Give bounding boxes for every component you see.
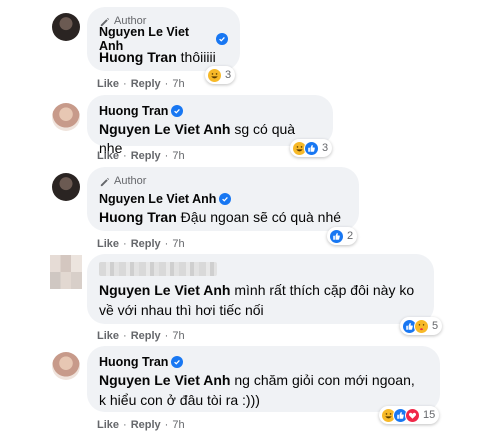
comment-text-line-2: về với nhau thì hơi tiếc nối <box>99 302 264 318</box>
reply-link[interactable]: Reply <box>131 419 161 431</box>
separator: · <box>123 419 127 431</box>
author-badge: Author <box>99 174 347 188</box>
like-link[interactable]: Like <box>97 238 119 250</box>
reaction-count: 15 <box>423 409 436 421</box>
like-link[interactable]: Like <box>97 150 119 162</box>
comment-text-line-2: k hiểu con ở đâu tòi ra :))) <box>99 392 260 408</box>
comment-text: Nguyen Le Viet Anh ng chăm giỏi con mới … <box>99 371 428 390</box>
commenter-name-row: Huong Tran <box>99 353 428 370</box>
reaction-summary[interactable]: 5 <box>400 317 443 335</box>
mention-link[interactable]: Nguyen Le Viet Anh <box>99 372 230 388</box>
separator: · <box>164 238 169 250</box>
avatar[interactable] <box>52 13 80 41</box>
commenter-name[interactable]: Huong Tran <box>99 355 168 369</box>
mention-link[interactable]: Nguyen Le Viet Anh <box>99 282 230 298</box>
like-link[interactable]: Like <box>97 330 119 342</box>
reaction-summary[interactable]: 3 <box>290 139 333 157</box>
avatar[interactable] <box>52 173 80 201</box>
separator: · <box>164 78 169 90</box>
reply-link[interactable]: Reply <box>131 150 161 162</box>
verified-badge-icon <box>219 192 232 205</box>
pencil-icon <box>99 176 110 187</box>
mention-link[interactable]: Huong Tran <box>99 209 177 225</box>
verified-badge-icon <box>171 355 184 368</box>
commenter-name-row: Huong Tran <box>99 102 321 119</box>
comment-bubble: Nguyen Le Viet Anh mình rất thích cặp đô… <box>87 254 434 324</box>
redacted-commenter-name <box>99 262 217 276</box>
reaction-summary[interactable]: 2 <box>327 227 358 245</box>
timestamp[interactable]: 7h <box>172 78 184 90</box>
comment-actions: Like · Reply · 7h <box>97 330 185 342</box>
comment-text: Huong Tran thôiiiii <box>99 48 228 67</box>
reply-link[interactable]: Reply <box>131 330 161 342</box>
like-icon <box>329 228 344 244</box>
reply-link[interactable]: Reply <box>131 78 161 90</box>
reaction-count: 3 <box>322 142 329 154</box>
like-link[interactable]: Like <box>97 78 119 90</box>
reply-link[interactable]: Reply <box>131 238 161 250</box>
timestamp[interactable]: 7h <box>172 150 184 162</box>
like-link[interactable]: Like <box>97 419 119 431</box>
separator: · <box>164 150 169 162</box>
like-icon <box>304 140 319 156</box>
timestamp[interactable]: 7h <box>172 330 184 342</box>
reaction-count: 5 <box>432 320 439 332</box>
comment-actions: Like · Reply · 7h <box>97 150 185 162</box>
avatar[interactable] <box>50 255 82 289</box>
comment-body: ng chăm giỏi con mới ngoan, <box>230 372 415 388</box>
care-icon <box>414 318 429 334</box>
comment-text: Huong Tran Đậu ngoan sẽ có quà nhé <box>99 208 347 227</box>
comment-body: mình rất thích cặp đôi này ko <box>230 282 415 298</box>
avatar[interactable] <box>52 352 80 380</box>
separator: · <box>123 150 127 162</box>
reaction-count: 3 <box>225 69 232 81</box>
separator: · <box>123 330 127 342</box>
separator: · <box>123 78 127 90</box>
pencil-icon <box>99 16 110 27</box>
comment-actions: Like · Reply · 7h <box>97 419 185 431</box>
commenter-name[interactable]: Nguyen Le Viet Anh <box>99 192 216 206</box>
mention-link[interactable]: Nguyen Le Viet Anh <box>99 121 230 137</box>
love-icon <box>405 407 420 423</box>
haha-icon <box>207 67 222 83</box>
timestamp[interactable]: 7h <box>172 238 184 250</box>
mention-link[interactable]: Huong Tran <box>99 49 177 65</box>
comment-body: thôiiiii <box>176 49 216 65</box>
comment-bubble: Author Nguyen Le Viet Anh Huong Tran thô… <box>87 7 240 71</box>
author-label: Author <box>114 175 147 187</box>
timestamp[interactable]: 7h <box>172 419 184 431</box>
comment-bubble: Author Nguyen Le Viet Anh Huong Tran Đậu… <box>87 167 359 231</box>
reaction-count: 2 <box>347 230 354 242</box>
commenter-name-row: Nguyen Le Viet Anh <box>99 190 347 207</box>
reaction-summary[interactable]: 15 <box>379 406 440 424</box>
verified-badge-icon <box>216 32 228 45</box>
comment-actions: Like · Reply · 7h <box>97 78 185 90</box>
comment-actions: Like · Reply · 7h <box>97 238 185 250</box>
separator: · <box>164 419 169 431</box>
comment-bubble: Huong Tran Nguyen Le Viet Anh ng chăm gi… <box>87 346 440 412</box>
comment-body: Đậu ngoan sẽ có quà nhé <box>176 209 342 225</box>
avatar[interactable] <box>52 103 80 131</box>
comment-text: Nguyen Le Viet Anh mình rất thích cặp đô… <box>99 281 422 300</box>
reaction-summary[interactable]: 3 <box>205 66 236 84</box>
separator: · <box>123 238 127 250</box>
commenter-name[interactable]: Huong Tran <box>99 104 168 118</box>
verified-badge-icon <box>171 104 184 117</box>
separator: · <box>164 330 169 342</box>
commenter-name-row: Nguyen Le Viet Anh <box>99 25 228 53</box>
